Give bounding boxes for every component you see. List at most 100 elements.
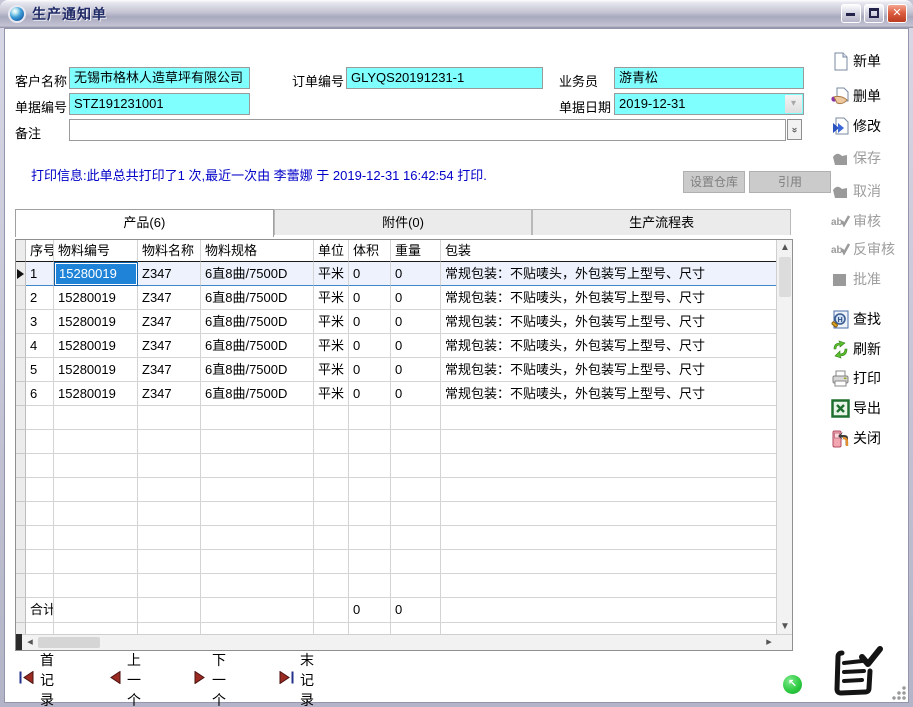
chevron-down-icon[interactable]: ▾: [785, 95, 802, 113]
empty-cell[interactable]: [391, 550, 441, 574]
scroll-left-icon[interactable]: ◂: [22, 635, 38, 650]
total-cell-spec[interactable]: [201, 598, 314, 623]
empty-cell[interactable]: [54, 526, 138, 550]
empty-cell[interactable]: [391, 406, 441, 430]
cell-code[interactable]: 15280019: [54, 310, 138, 334]
tab-2[interactable]: 生产流程表: [532, 209, 791, 235]
minimize-button[interactable]: [841, 4, 861, 23]
total-cell-volume[interactable]: 0: [349, 598, 391, 623]
close-button[interactable]: ✕: [887, 4, 907, 23]
empty-cell[interactable]: [349, 574, 391, 598]
empty-cell[interactable]: [54, 478, 138, 502]
cell-seq[interactable]: 4: [26, 334, 54, 358]
resize-grip[interactable]: [892, 686, 906, 700]
empty-cell[interactable]: [349, 430, 391, 454]
cell-name[interactable]: Z347: [138, 358, 201, 382]
empty-cell[interactable]: [138, 550, 201, 574]
cell-unit[interactable]: 平米: [314, 286, 349, 310]
empty-cell[interactable]: [391, 430, 441, 454]
print-button[interactable]: 打印: [831, 368, 881, 388]
cell-weight[interactable]: 0: [391, 382, 441, 406]
modify-button[interactable]: 修改: [831, 116, 881, 136]
total-cell-seq[interactable]: 合计: [26, 598, 54, 623]
cell-volume[interactable]: 0: [349, 358, 391, 382]
empty-cell[interactable]: [54, 406, 138, 430]
cell-unit[interactable]: 平米: [314, 262, 349, 286]
empty-cell[interactable]: [26, 574, 54, 598]
empty-cell[interactable]: [201, 502, 314, 526]
column-header[interactable]: 体积: [349, 240, 391, 262]
empty-cell[interactable]: [201, 574, 314, 598]
empty-cell[interactable]: [201, 478, 314, 502]
cell-weight[interactable]: 0: [391, 310, 441, 334]
empty-cell[interactable]: [441, 550, 786, 574]
cell-volume[interactable]: 0: [349, 334, 391, 358]
empty-cell[interactable]: [349, 502, 391, 526]
cell-unit[interactable]: 平米: [314, 382, 349, 406]
salesman-input[interactable]: 游青松: [614, 67, 804, 89]
cell-spec[interactable]: 6直8曲/7500D: [201, 334, 314, 358]
scroll-down-icon[interactable]: ▼: [777, 619, 793, 635]
total-cell-packing[interactable]: [441, 598, 786, 623]
find-button[interactable]: H查找: [831, 309, 881, 329]
total-cell-code[interactable]: [54, 598, 138, 623]
empty-cell[interactable]: [391, 478, 441, 502]
cell-seq[interactable]: 3: [26, 310, 54, 334]
empty-cell[interactable]: [314, 550, 349, 574]
cell-seq[interactable]: 1: [26, 262, 54, 286]
empty-cell[interactable]: [201, 430, 314, 454]
empty-cell[interactable]: [391, 574, 441, 598]
horizontal-scroll-thumb[interactable]: [38, 637, 100, 648]
cell-name[interactable]: Z347: [138, 262, 201, 286]
column-header[interactable]: 物料规格: [201, 240, 314, 262]
refresh-button[interactable]: 刷新: [831, 339, 881, 359]
cell-weight[interactable]: 0: [391, 358, 441, 382]
empty-cell[interactable]: [54, 550, 138, 574]
empty-row[interactable]: [16, 478, 776, 502]
total-row[interactable]: 合计 00: [16, 598, 776, 623]
next-record-button[interactable]: 下一个: [194, 650, 226, 707]
empty-cell[interactable]: [314, 454, 349, 478]
column-header[interactable]: 包装: [441, 240, 786, 262]
table-row[interactable]: 415280019Z3476直8曲/7500D平米00常规包装：不贴唛头，外包装…: [16, 334, 776, 358]
cell-spec[interactable]: 6直8曲/7500D: [201, 310, 314, 334]
total-cell-weight[interactable]: 0: [391, 598, 441, 623]
delete-button[interactable]: 删单: [831, 86, 881, 106]
empty-cell[interactable]: [441, 502, 786, 526]
tab-0[interactable]: 产品(6): [15, 209, 274, 237]
cell-code[interactable]: 15280019: [54, 286, 138, 310]
empty-cell[interactable]: [201, 454, 314, 478]
cell-seq[interactable]: 5: [26, 358, 54, 382]
empty-cell[interactable]: [441, 406, 786, 430]
empty-cell[interactable]: [54, 454, 138, 478]
empty-cell[interactable]: [26, 430, 54, 454]
cell-spec[interactable]: 6直8曲/7500D: [201, 262, 314, 286]
first-record-button[interactable]: 首记录: [19, 650, 54, 707]
column-header[interactable]: 重量: [391, 240, 441, 262]
empty-cell[interactable]: [441, 574, 786, 598]
cell-name[interactable]: Z347: [138, 310, 201, 334]
empty-cell[interactable]: [138, 574, 201, 598]
order-no-input[interactable]: GLYQS20191231-1: [346, 67, 543, 89]
grid-header-row[interactable]: 序号物料编号物料名称物料规格单位体积重量包装: [16, 240, 776, 262]
empty-cell[interactable]: [201, 406, 314, 430]
table-row[interactable]: 315280019Z3476直8曲/7500D平米00常规包装：不贴唛头，外包装…: [16, 310, 776, 334]
cell-packing[interactable]: 常规包装：不贴唛头，外包装写上型号、尺寸: [441, 286, 786, 310]
vertical-scrollbar[interactable]: ▲ ▼: [776, 240, 792, 635]
cell-code[interactable]: 15280019: [54, 382, 138, 406]
close-button[interactable]: 关闭: [831, 428, 881, 448]
empty-cell[interactable]: [54, 502, 138, 526]
total-cell-name[interactable]: [138, 598, 201, 623]
cell-volume[interactable]: 0: [349, 310, 391, 334]
cell-weight[interactable]: 0: [391, 334, 441, 358]
empty-cell[interactable]: [441, 526, 786, 550]
cell-seq[interactable]: 2: [26, 286, 54, 310]
empty-cell[interactable]: [26, 502, 54, 526]
doc-date-combobox[interactable]: 2019-12-31 ▾: [614, 93, 804, 115]
empty-row[interactable]: [16, 526, 776, 550]
empty-cell[interactable]: [349, 406, 391, 430]
scroll-up-icon[interactable]: ▲: [777, 240, 793, 256]
doc-no-input[interactable]: STZ191231001: [69, 93, 250, 115]
empty-cell[interactable]: [26, 478, 54, 502]
empty-cell[interactable]: [391, 526, 441, 550]
